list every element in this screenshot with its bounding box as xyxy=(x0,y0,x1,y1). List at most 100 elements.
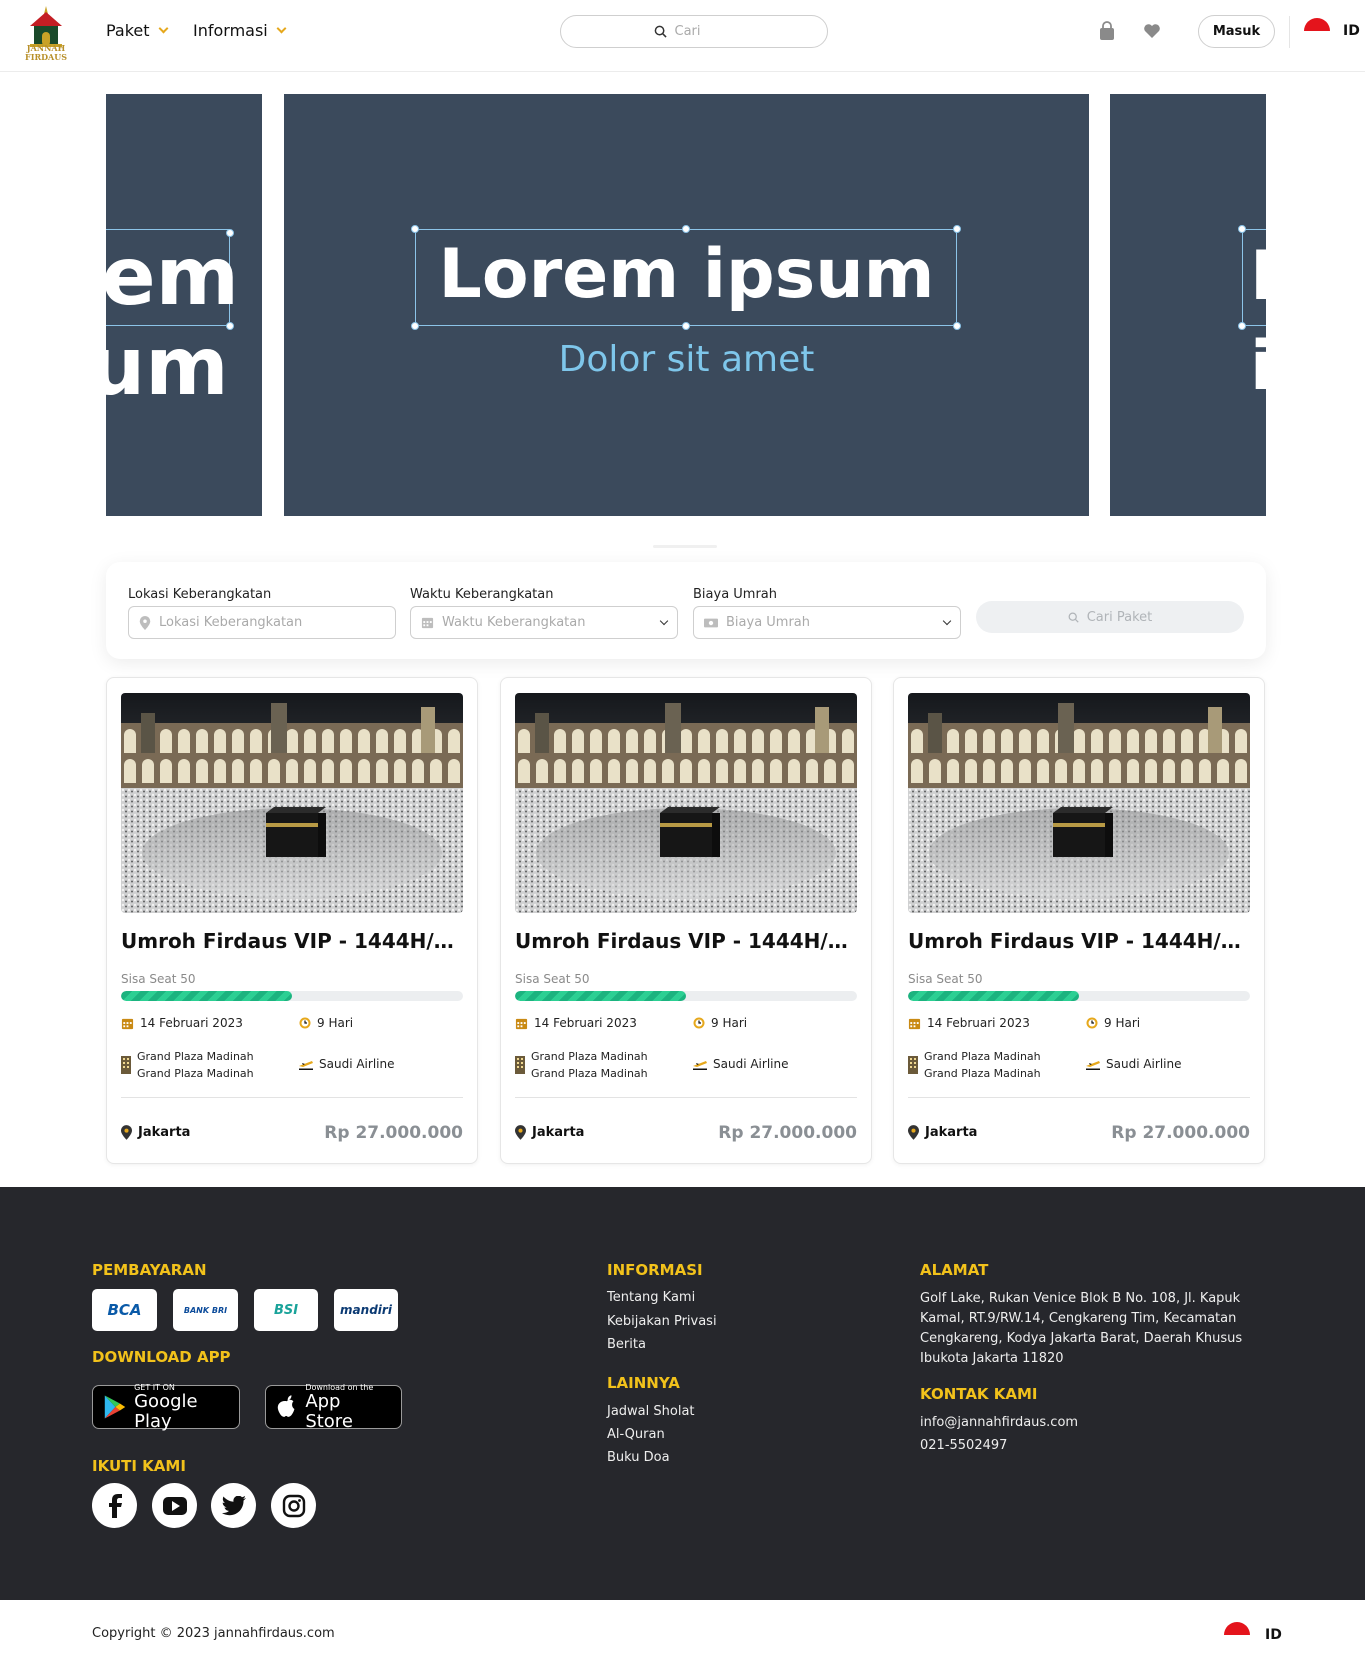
google-play-icon xyxy=(104,1395,126,1419)
download-heading: DOWNLOAD APP xyxy=(92,1348,231,1366)
umrah-cost-label: Biaya Umrah xyxy=(693,587,778,602)
hotel-name-1: Grand Plaza Madinah xyxy=(531,1050,648,1063)
calendar-icon xyxy=(121,1018,134,1029)
twitter-icon[interactable] xyxy=(211,1483,256,1528)
departure-location-box[interactable] xyxy=(128,606,396,639)
indonesia-flag-icon[interactable] xyxy=(1304,18,1330,44)
airline-info: Saudi Airline xyxy=(693,1057,788,1071)
nav-menu-paket-label: Paket xyxy=(106,21,150,40)
language-label[interactable]: ID xyxy=(1265,1627,1282,1643)
footer-link-buku-doa[interactable]: Buku Doa xyxy=(607,1450,670,1465)
departure-city-text: Jakarta xyxy=(532,1125,585,1140)
bca-logo-text: BCA xyxy=(107,1301,142,1319)
google-play-button[interactable]: GET IT ON Google Play xyxy=(92,1383,240,1431)
package-card[interactable]: Umroh Firdaus VIP - 1444H/20... Sisa Sea… xyxy=(500,677,872,1164)
departure-date-select[interactable] xyxy=(410,606,678,639)
app-store-button[interactable]: Download on the App Store xyxy=(265,1383,402,1431)
kaaba-photo xyxy=(908,693,1250,913)
footer-link-berita[interactable]: Berita xyxy=(607,1337,646,1352)
airline-text: Saudi Airline xyxy=(713,1057,789,1071)
umrah-cost-select[interactable] xyxy=(693,606,961,639)
carousel-slide-next[interactable]: Lorem ipsum xyxy=(1110,94,1266,516)
mandiri-logo-text: mandiri xyxy=(340,1303,392,1317)
shopping-bag-icon[interactable] xyxy=(1097,21,1117,41)
nav-menu-informasi-label: Informasi xyxy=(193,21,268,40)
card-divider xyxy=(908,1097,1250,1098)
footer: PEMBAYARAN BCA BANK BRI BSI mandiri DOWN… xyxy=(0,1187,1365,1600)
nav-menu-informasi[interactable]: Informasi xyxy=(193,21,287,40)
follow-heading: IKUTI KAMI xyxy=(92,1457,186,1475)
apple-icon xyxy=(277,1395,295,1417)
hotel-name-2: Grand Plaza Madinah xyxy=(924,1067,1041,1080)
seat-progress-bar xyxy=(908,991,1250,1001)
kaaba-photo xyxy=(515,693,857,913)
package-card[interactable]: Umroh Firdaus VIP - 1444H/20... Sisa Sea… xyxy=(106,677,478,1164)
footer-link-kebijakan-privasi[interactable]: Kebijakan Privasi xyxy=(607,1314,717,1329)
slide-title: Lorem ipsum xyxy=(1250,237,1266,406)
airline-text: Saudi Airline xyxy=(319,1057,395,1071)
package-image[interactable] xyxy=(908,693,1250,913)
contact-phone[interactable]: 021-5502497 xyxy=(920,1438,1007,1453)
package-image[interactable] xyxy=(121,693,463,913)
hotel-name-2: Grand Plaza Madinah xyxy=(137,1067,254,1080)
card-divider xyxy=(121,1097,463,1098)
instagram-icon[interactable] xyxy=(271,1483,316,1528)
package-image[interactable] xyxy=(515,693,857,913)
heart-icon[interactable] xyxy=(1142,21,1162,41)
search-input[interactable] xyxy=(674,24,735,39)
slide-title: Lorem ipsum xyxy=(438,235,935,314)
language-label[interactable]: ID xyxy=(1343,23,1360,39)
brand-name-line2: FIRDAUS xyxy=(25,52,67,62)
search-icon xyxy=(654,25,667,38)
package-card[interactable]: Umroh Firdaus VIP - 1444H/20... Sisa Sea… xyxy=(893,677,1265,1164)
calendar-icon xyxy=(421,617,434,629)
seat-remaining-label: Sisa Seat 50 xyxy=(908,972,983,986)
footer-link-tentang-kami[interactable]: Tentang Kami xyxy=(607,1290,695,1305)
login-button[interactable]: Masuk xyxy=(1198,15,1275,48)
clock-icon xyxy=(1086,1017,1098,1029)
package-price: Rp 27.000.000 xyxy=(1111,1123,1250,1143)
youtube-icon[interactable] xyxy=(152,1483,197,1528)
footer-link-al-quran[interactable]: Al-Quran xyxy=(607,1427,665,1442)
search-package-button[interactable]: Cari Paket xyxy=(976,601,1244,633)
brand-name: JANNAH FIRDAUS xyxy=(14,44,78,62)
departure-date-field: Waktu Keberangkatan xyxy=(410,587,678,639)
package-title[interactable]: Umroh Firdaus VIP - 1444H/20... xyxy=(908,929,1250,953)
map-pin-icon xyxy=(121,1125,132,1140)
carousel-slide-prev[interactable]: Lorem ipsum xyxy=(106,94,262,516)
hotel-name-2: Grand Plaza Madinah xyxy=(531,1067,648,1080)
bsi-logo-text: BSI xyxy=(273,1302,299,1318)
info-heading: INFORMASI xyxy=(607,1261,703,1279)
hotel-info: Grand Plaza Madinah Grand Plaza Madinah xyxy=(908,1048,1041,1082)
umrah-cost-input[interactable] xyxy=(726,615,936,630)
map-pin-icon xyxy=(515,1125,526,1140)
departure-date-input[interactable] xyxy=(442,615,653,630)
duration-text: 9 Hari xyxy=(1104,1016,1141,1030)
selection-handle xyxy=(682,322,690,330)
contact-email[interactable]: info@jannahfirdaus.com xyxy=(920,1415,1078,1430)
departure-location-input[interactable] xyxy=(159,615,385,630)
duration-info: 9 Hari xyxy=(693,1016,747,1030)
package-title[interactable]: Umroh Firdaus VIP - 1444H/20... xyxy=(121,929,463,953)
footer-link-jadwal-sholat[interactable]: Jadwal Sholat xyxy=(607,1404,695,1419)
chevron-down-icon xyxy=(158,23,168,33)
kaaba-photo xyxy=(121,693,463,913)
selection-handle xyxy=(1238,225,1246,233)
search-bar[interactable] xyxy=(560,15,828,48)
package-title[interactable]: Umroh Firdaus VIP - 1444H/20... xyxy=(515,929,857,953)
carousel-slide-active[interactable]: Lorem ipsum Dolor sit amet xyxy=(284,94,1089,516)
nav-divider xyxy=(1289,16,1290,48)
airline-info: Saudi Airline xyxy=(299,1057,394,1071)
other-heading: LAINNYA xyxy=(607,1374,680,1392)
carousel-indicator[interactable] xyxy=(653,545,717,548)
calendar-icon xyxy=(908,1018,921,1029)
payment-heading: PEMBAYARAN xyxy=(92,1261,207,1279)
address-heading: ALAMAT xyxy=(920,1261,989,1279)
indonesia-flag-icon[interactable] xyxy=(1224,1622,1250,1648)
nav-menu-paket[interactable]: Paket xyxy=(106,21,168,40)
departure-date-text: 14 Februari 2023 xyxy=(927,1016,1030,1030)
facebook-icon[interactable] xyxy=(92,1483,137,1528)
departure-date-text: 14 Februari 2023 xyxy=(140,1016,243,1030)
selection-handle xyxy=(953,322,961,330)
departure-date-info: 14 Februari 2023 xyxy=(515,1016,637,1030)
